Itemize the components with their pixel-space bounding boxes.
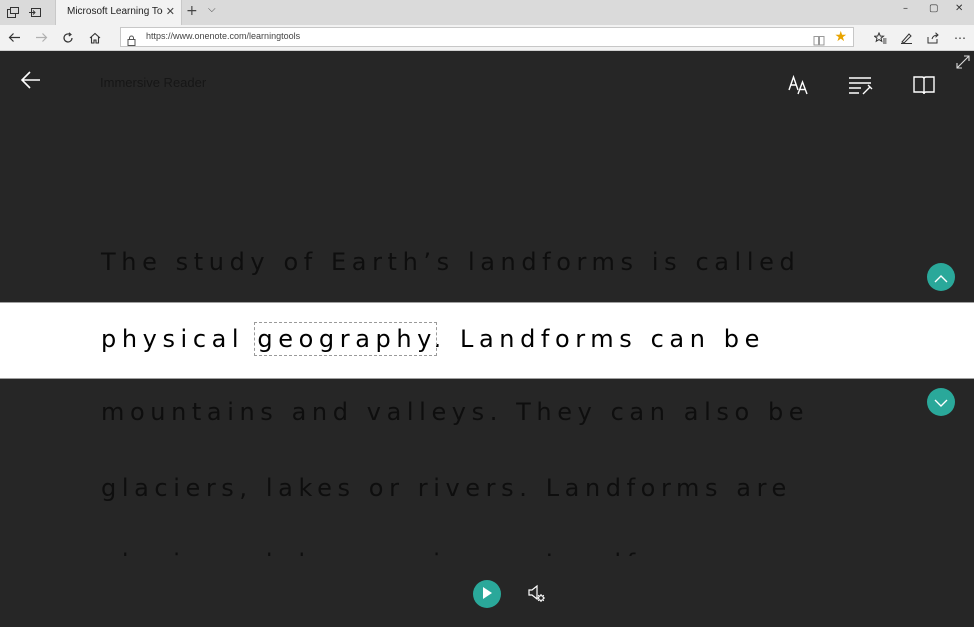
text-line: glaciers, lakes or rivers. Landforms are — [101, 474, 792, 502]
close-tab-icon[interactable]: ✕ — [166, 5, 175, 18]
text-line: mountains and valleys. They can also be — [101, 398, 810, 426]
chevron-up-icon — [934, 268, 948, 287]
reading-view-icon[interactable] — [813, 31, 825, 50]
favorite-star-icon[interactable]: ★ — [834, 29, 847, 45]
title-bar: Microsoft Learning Tool ✕ + ⌵ – ▢ ✕ — [0, 0, 974, 26]
browser-tab[interactable]: Microsoft Learning Tool ✕ — [55, 0, 182, 25]
tab-actions-icon[interactable] — [3, 3, 23, 21]
chevron-down-icon — [934, 393, 948, 412]
grammar-options-icon[interactable] — [848, 73, 874, 97]
line-focus-band: physical geography. Landforms can be — [0, 302, 974, 379]
text-preferences-icon[interactable] — [786, 73, 812, 97]
url-text: https://www.onenote.com/learningtools — [146, 31, 301, 41]
share-icon[interactable] — [924, 29, 942, 46]
address-bar[interactable]: https://www.onenote.com/learningtools ★ — [120, 27, 854, 47]
focus-text-line: physical geography. Landforms can be — [101, 322, 765, 356]
browser-window: Microsoft Learning Tool ✕ + ⌵ – ▢ ✕ http… — [0, 0, 974, 627]
next-line-button[interactable] — [927, 388, 955, 416]
notes-pen-icon[interactable] — [897, 29, 915, 46]
voice-settings-icon[interactable] — [527, 584, 547, 604]
set-tabs-aside-icon[interactable] — [25, 3, 45, 21]
previous-line-button[interactable] — [927, 263, 955, 291]
home-icon[interactable] — [86, 29, 104, 46]
reader-title: Immersive Reader — [100, 75, 207, 90]
highlighted-word[interactable]: geography — [254, 322, 437, 356]
tab-title: Microsoft Learning Tool — [67, 6, 163, 17]
more-options-icon[interactable]: ⋯ — [951, 29, 969, 46]
lock-icon — [127, 31, 136, 50]
refresh-icon[interactable] — [59, 29, 77, 46]
address-toolbar: https://www.onenote.com/learningtools ★ … — [0, 25, 974, 51]
fullscreen-icon[interactable] — [956, 54, 970, 69]
forward-icon[interactable] — [32, 29, 50, 46]
play-icon — [481, 585, 493, 604]
back-arrow-icon[interactable] — [20, 69, 42, 91]
immersive-reader: Immersive Reader The study of Earth’s la… — [0, 51, 974, 627]
chevron-down-icon[interactable]: ⌵ — [208, 4, 216, 15]
maximize-icon[interactable]: ▢ — [929, 3, 938, 14]
minimize-icon[interactable]: – — [903, 3, 908, 14]
close-window-icon[interactable]: ✕ — [955, 3, 963, 14]
new-tab-icon[interactable]: + — [186, 3, 198, 19]
book-icon[interactable] — [911, 73, 937, 97]
favorites-hub-icon[interactable] — [871, 29, 889, 46]
focus-text-after: . Landforms can be — [433, 325, 765, 353]
focus-text-before: physical — [101, 325, 258, 353]
text-line: The study of Earth’s landforms is called — [101, 248, 801, 276]
play-button[interactable] — [473, 580, 501, 608]
back-icon[interactable] — [5, 29, 23, 46]
